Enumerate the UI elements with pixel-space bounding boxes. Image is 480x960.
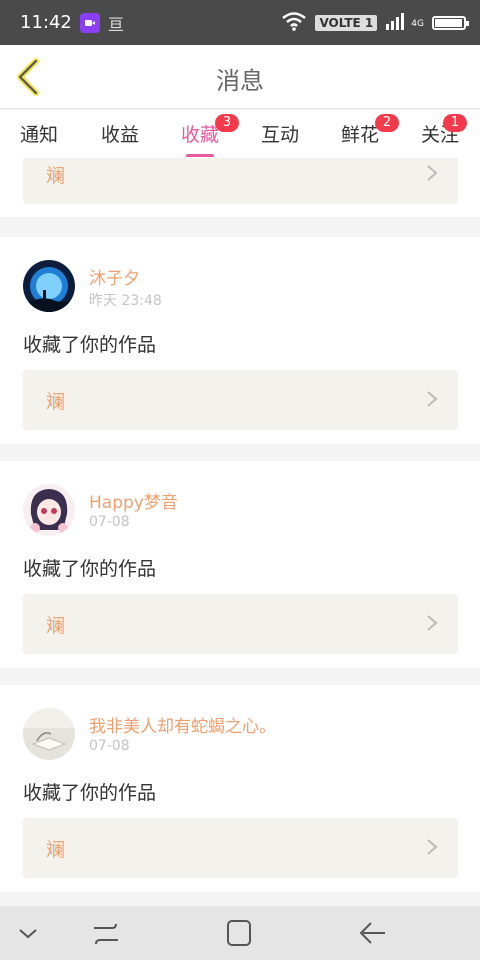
favorites-feed[interactable]: 斓 沐子夕 昨天 23:48 收藏了你的作品 斓 Happy梦音 07-08 收… xyxy=(0,158,480,906)
chevron-right-icon xyxy=(427,165,438,181)
tab-earnings[interactable]: 收益 xyxy=(101,120,139,147)
tab-label: 收藏 xyxy=(181,124,220,146)
status-bar: 11:42 亘 VOLTE 1 4G xyxy=(0,0,480,45)
tab-bar: 通知 收益 收藏 3 互动 鲜花 2 关注 1 xyxy=(0,110,480,158)
chevron-down-icon xyxy=(19,929,37,939)
timestamp: 昨天 23:48 xyxy=(89,293,162,309)
tab-label: 收益 xyxy=(101,124,140,146)
chevron-right-icon xyxy=(427,615,438,631)
tab-flowers[interactable]: 鲜花 2 xyxy=(341,114,400,147)
work-link[interactable]: 斓 xyxy=(23,594,458,654)
work-title: 斓 xyxy=(46,839,66,861)
action-text: 收藏了你的作品 xyxy=(23,334,157,356)
app-header: 消息 xyxy=(0,45,480,109)
tab-badge: 2 xyxy=(375,114,400,132)
work-title: 斓 xyxy=(46,391,66,413)
list-item: Happy梦音 07-08 收藏了你的作品 斓 xyxy=(0,461,480,668)
work-title: 斓 xyxy=(46,165,66,187)
work-link[interactable]: 斓 xyxy=(23,818,458,878)
signal-icon xyxy=(385,12,407,34)
tab-following[interactable]: 关注 1 xyxy=(421,114,468,147)
tab-badge: 3 xyxy=(215,114,240,132)
back-arrow-icon xyxy=(359,922,385,944)
chevron-right-icon xyxy=(427,839,438,855)
avatar-moon xyxy=(23,260,75,312)
avatar-book xyxy=(23,708,75,760)
notification-glyph: 亘 xyxy=(107,14,124,34)
avatar[interactable] xyxy=(23,708,75,760)
battery-icon xyxy=(432,15,469,30)
recording-app-icon xyxy=(79,12,100,33)
tab-notifications[interactable]: 通知 xyxy=(20,120,58,147)
timestamp: 07-08 xyxy=(89,738,130,754)
avatar[interactable] xyxy=(23,484,75,536)
recents-icon xyxy=(94,923,118,945)
home-icon xyxy=(227,920,251,946)
back-nav-button[interactable] xyxy=(357,918,389,948)
username[interactable]: 沐子夕 xyxy=(89,264,140,289)
work-title: 斓 xyxy=(46,615,66,637)
tab-favorites[interactable]: 收藏 3 xyxy=(181,114,240,157)
home-button[interactable] xyxy=(223,918,255,948)
tab-label: 互动 xyxy=(261,124,300,146)
recents-button[interactable] xyxy=(90,918,122,948)
list-item: 我非美人却有蛇蝎之心。 07-08 收藏了你的作品 斓 xyxy=(0,685,480,892)
work-link[interactable]: 斓 xyxy=(23,158,458,204)
system-nav-bar xyxy=(0,906,480,960)
volte-badge: VOLTE 1 xyxy=(315,14,378,31)
status-time: 11:42 xyxy=(20,12,72,33)
tab-badge: 1 xyxy=(443,114,468,132)
page-title: 消息 xyxy=(216,67,264,95)
action-text: 收藏了你的作品 xyxy=(23,782,157,804)
avatar[interactable] xyxy=(23,260,75,312)
wifi-icon xyxy=(281,11,307,35)
active-tab-indicator xyxy=(186,154,214,157)
list-item: 斓 xyxy=(0,158,480,217)
network-type: 4G xyxy=(411,18,424,29)
timestamp: 07-08 xyxy=(89,514,130,530)
battery-fill xyxy=(435,18,462,27)
tab-interactions[interactable]: 互动 xyxy=(261,120,299,147)
username[interactable]: Happy梦音 xyxy=(89,488,178,513)
hide-navbar-button[interactable] xyxy=(12,918,44,948)
tab-label: 鲜花 xyxy=(341,124,380,146)
avatar-anime-girl xyxy=(23,484,75,536)
chevron-right-icon xyxy=(427,391,438,407)
tab-label: 通知 xyxy=(20,124,59,146)
username[interactable]: 我非美人却有蛇蝎之心。 xyxy=(89,712,276,737)
action-text: 收藏了你的作品 xyxy=(23,558,157,580)
list-item: 沐子夕 昨天 23:48 收藏了你的作品 斓 xyxy=(0,237,480,444)
work-link[interactable]: 斓 xyxy=(23,370,458,430)
